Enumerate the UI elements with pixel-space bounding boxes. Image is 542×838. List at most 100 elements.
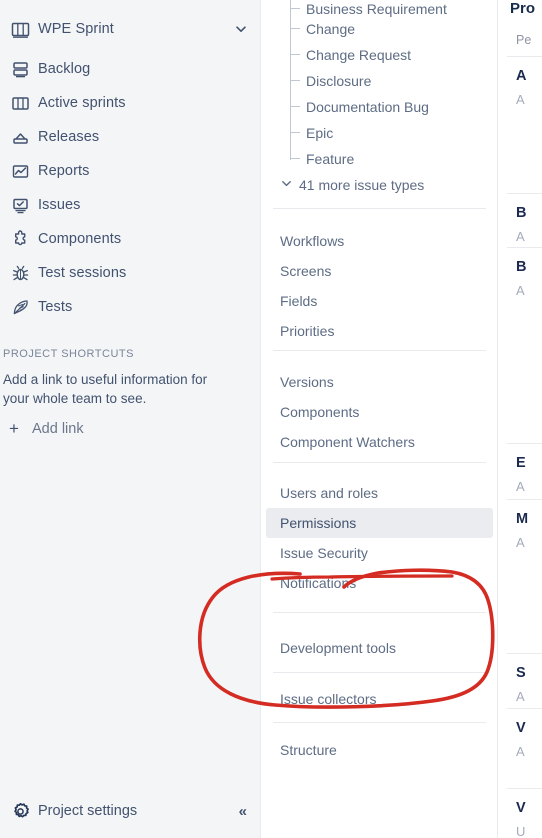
sidebar-item-reports[interactable]: Reports	[0, 154, 261, 188]
feather-icon	[8, 295, 32, 319]
content-panel: Pro Pe A A B A B A E A M A S A V A V U	[499, 0, 542, 838]
sidebar-item-label: Backlog	[38, 61, 91, 77]
content-panel-title: Pro	[510, 0, 536, 17]
sidebar-item-label: Releases	[38, 129, 100, 145]
sidebar-item-test-sessions[interactable]: Test sessions	[0, 256, 261, 290]
issue-type-label: Change Request	[306, 47, 412, 63]
issue-type-label: Change	[306, 21, 356, 37]
content-row-separator	[507, 193, 542, 194]
menu-item-component-watchers[interactable]: Component Watchers	[266, 427, 493, 457]
menu-separator	[273, 462, 486, 463]
sidebar-item-label: Tests	[38, 299, 73, 315]
tree-branch-line	[290, 132, 300, 133]
more-issue-types-label: 41 more issue types	[299, 177, 425, 193]
issue-type-item[interactable]: Epic	[261, 120, 498, 146]
menu-item-users-and-roles[interactable]: Users and roles	[266, 478, 493, 508]
menu-item-priorities[interactable]: Priorities	[266, 316, 493, 346]
chevron-down-icon	[281, 178, 294, 192]
content-row-subtitle: A	[516, 535, 525, 550]
project-name: WPE Sprint	[38, 21, 114, 37]
content-row-separator	[507, 653, 542, 654]
add-link-button[interactable]: + Add link	[0, 417, 261, 441]
content-row-title: E	[516, 455, 526, 471]
menu-separator	[273, 612, 486, 613]
bug-icon	[8, 261, 32, 285]
releases-icon	[8, 125, 32, 149]
gear-icon	[8, 799, 32, 823]
content-row-separator	[507, 499, 542, 500]
menu-separator	[273, 672, 486, 673]
menu-item-components[interactable]: Components	[266, 397, 493, 427]
sidebar-item-releases[interactable]: Releases	[0, 120, 261, 154]
menu-item-fields[interactable]: Fields	[266, 286, 493, 316]
content-row-subtitle: U	[516, 824, 526, 838]
menu-item-notifications[interactable]: Notifications	[266, 568, 493, 598]
menu-item-versions[interactable]: Versions	[266, 367, 493, 397]
backlog-icon	[8, 57, 32, 81]
content-row-subtitle: A	[516, 744, 525, 759]
content-row-separator	[507, 56, 542, 57]
tree-branch-line	[290, 106, 300, 107]
tree-branch-line	[290, 28, 300, 29]
double-chevron-left-icon[interactable]: «	[239, 803, 247, 820]
content-row-separator	[507, 788, 542, 789]
sidebar-item-active-sprints[interactable]: Active sprints	[0, 86, 261, 120]
issue-type-label: Epic	[306, 125, 334, 141]
app-root: WPE Sprint Backlog Active sprints Releas…	[0, 0, 542, 838]
menu-separator	[273, 350, 486, 351]
tree-branch-line	[290, 80, 300, 81]
menu-item-structure[interactable]: Structure	[266, 735, 493, 765]
content-row-subtitle: A	[516, 229, 525, 244]
content-row-separator	[507, 443, 542, 444]
plus-icon: +	[9, 419, 19, 438]
content-row-title: B	[516, 205, 527, 221]
project-sidebar: WPE Sprint Backlog Active sprints Releas…	[0, 0, 261, 838]
content-row-title: V	[516, 800, 526, 816]
issue-type-label: Disclosure	[306, 73, 372, 89]
issue-type-item[interactable]: Change	[261, 16, 498, 42]
content-row-title: S	[516, 665, 526, 681]
sidebar-item-components[interactable]: Components	[0, 222, 261, 256]
content-row-subtitle: A	[516, 689, 525, 704]
menu-item-workflows[interactable]: Workflows	[266, 226, 493, 256]
issues-icon	[8, 193, 32, 217]
content-row-subtitle: A	[516, 479, 525, 494]
menu-item-permissions[interactable]: Permissions	[266, 508, 493, 538]
content-row-title: V	[516, 720, 526, 736]
more-issue-types-toggle[interactable]: 41 more issue types	[261, 172, 498, 198]
issue-type-item[interactable]: Documentation Bug	[261, 94, 498, 120]
menu-item-screens[interactable]: Screens	[266, 256, 493, 286]
tree-branch-line	[290, 158, 300, 159]
content-row-separator	[507, 708, 542, 709]
menu-separator	[273, 208, 486, 209]
issue-type-label: Documentation Bug	[306, 99, 429, 115]
settings-menu-panel: Business Requirement Change Change Reque…	[261, 0, 498, 838]
menu-item-development-tools[interactable]: Development tools	[266, 633, 493, 663]
reports-icon	[8, 159, 32, 183]
sidebar-item-backlog[interactable]: Backlog	[0, 52, 261, 86]
sidebar-item-issues[interactable]: Issues	[0, 188, 261, 222]
project-settings-label: Project settings	[38, 803, 138, 819]
menu-item-issue-collectors[interactable]: Issue collectors	[266, 684, 493, 714]
board-icon	[8, 17, 32, 41]
chevron-down-icon[interactable]	[233, 23, 249, 35]
content-row-separator	[507, 247, 542, 248]
menu-separator	[273, 722, 486, 723]
project-switcher[interactable]: WPE Sprint	[0, 12, 261, 46]
sidebar-item-label: Components	[38, 231, 122, 247]
project-shortcuts-description: Add a link to useful information for you…	[3, 372, 208, 406]
components-icon	[8, 227, 32, 251]
issue-type-item[interactable]: Change Request	[261, 42, 498, 68]
project-settings-button[interactable]: Project settings «	[0, 794, 261, 828]
tree-branch-line	[290, 8, 300, 9]
add-link-label: Add link	[32, 421, 84, 437]
sidebar-item-tests[interactable]: Tests	[0, 290, 261, 324]
content-row-subtitle: A	[516, 283, 525, 298]
issue-type-item[interactable]: Feature	[261, 146, 498, 172]
issue-type-item[interactable]: Disclosure	[261, 68, 498, 94]
content-row-subtitle: A	[516, 92, 525, 107]
board-columns-icon	[8, 91, 32, 115]
menu-item-issue-security[interactable]: Issue Security	[266, 538, 493, 568]
content-row-title: M	[516, 511, 529, 527]
issue-type-label: Feature	[306, 151, 355, 167]
